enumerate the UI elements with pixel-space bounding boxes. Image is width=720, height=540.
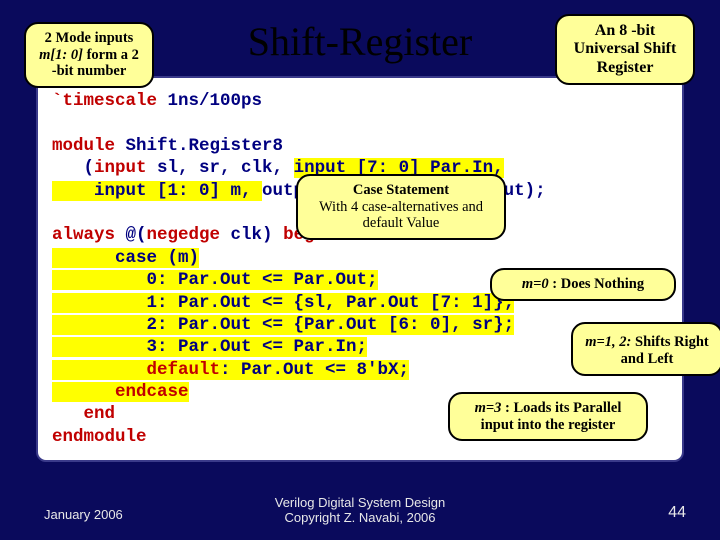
callout-sub: With 4 case-alternatives and default Val… [308, 199, 494, 232]
callout-m12: m=1, 2: Shifts Right and Left [571, 322, 720, 376]
code-hl: endcase [52, 382, 189, 402]
code-hl: 2: Par.Out <= {Par.Out [6: 0], sr}; [52, 315, 514, 335]
callout-text: : Loads its Parallel input into the regi… [481, 400, 622, 433]
code-hl: 3: Par.Out <= Par.In; [52, 337, 367, 357]
footer-page-number: 44 [668, 504, 686, 522]
code-hl: 0: Par.Out <= Par.Out; [52, 270, 378, 290]
callout-text: Shifts Right and Left [621, 334, 709, 367]
code-text: module [52, 136, 126, 156]
code-text: @( [126, 225, 147, 245]
code-text: Shift.Register8 [126, 136, 284, 156]
code-hl: case (m) [52, 248, 199, 268]
callout-m3: m=3 : Loads its Parallel input into the … [448, 392, 648, 441]
code-hl: input [1: 0] m, [52, 181, 262, 201]
callout-em: m[1: 0] [39, 47, 83, 63]
callout-text: 2 Mode inputs [45, 30, 134, 46]
callout-title: Case Statement [308, 182, 494, 199]
code-text: input [94, 158, 157, 178]
callout-em: m=0 [522, 276, 549, 292]
callout-m0: m=0 : Does Nothing [490, 268, 676, 301]
callout-em: m=1, 2: [585, 334, 631, 350]
callout-universal-register: An 8 -bit Universal Shift Register [555, 14, 695, 85]
callout-text: : Does Nothing [549, 276, 644, 292]
code-text: clk) [231, 225, 284, 245]
callout-em: m=3 [475, 400, 502, 416]
code-text: endcase [52, 382, 189, 402]
footer-credit: Verilog Digital System Design Copyright … [0, 495, 720, 526]
code-text: ); [525, 181, 546, 201]
code-text: endmodule [52, 427, 147, 447]
code-text: default [52, 360, 220, 380]
code-text: negedge [147, 225, 231, 245]
code-text: end [52, 404, 115, 424]
code-text: : Par.Out <= 8'bX; [220, 360, 409, 380]
callout-case-statement: Case Statement With 4 case-alternatives … [296, 174, 506, 240]
code-text: 1ns/100ps [168, 91, 263, 111]
code-text: sl, sr, clk, [157, 158, 283, 178]
code-text: `timescale [52, 91, 168, 111]
footer-line1: Verilog Digital System Design [0, 495, 720, 511]
callout-mode-inputs: 2 Mode inputs m[1: 0] form a 2 -bit numb… [24, 22, 154, 88]
code-text: ( [52, 158, 94, 178]
code-hl: default: Par.Out <= 8'bX; [52, 360, 409, 380]
footer-line2: Copyright Z. Navabi, 2006 [0, 510, 720, 526]
code-hl: 1: Par.Out <= {sl, Par.Out [7: 1]}; [52, 293, 514, 313]
code-text: always [52, 225, 126, 245]
